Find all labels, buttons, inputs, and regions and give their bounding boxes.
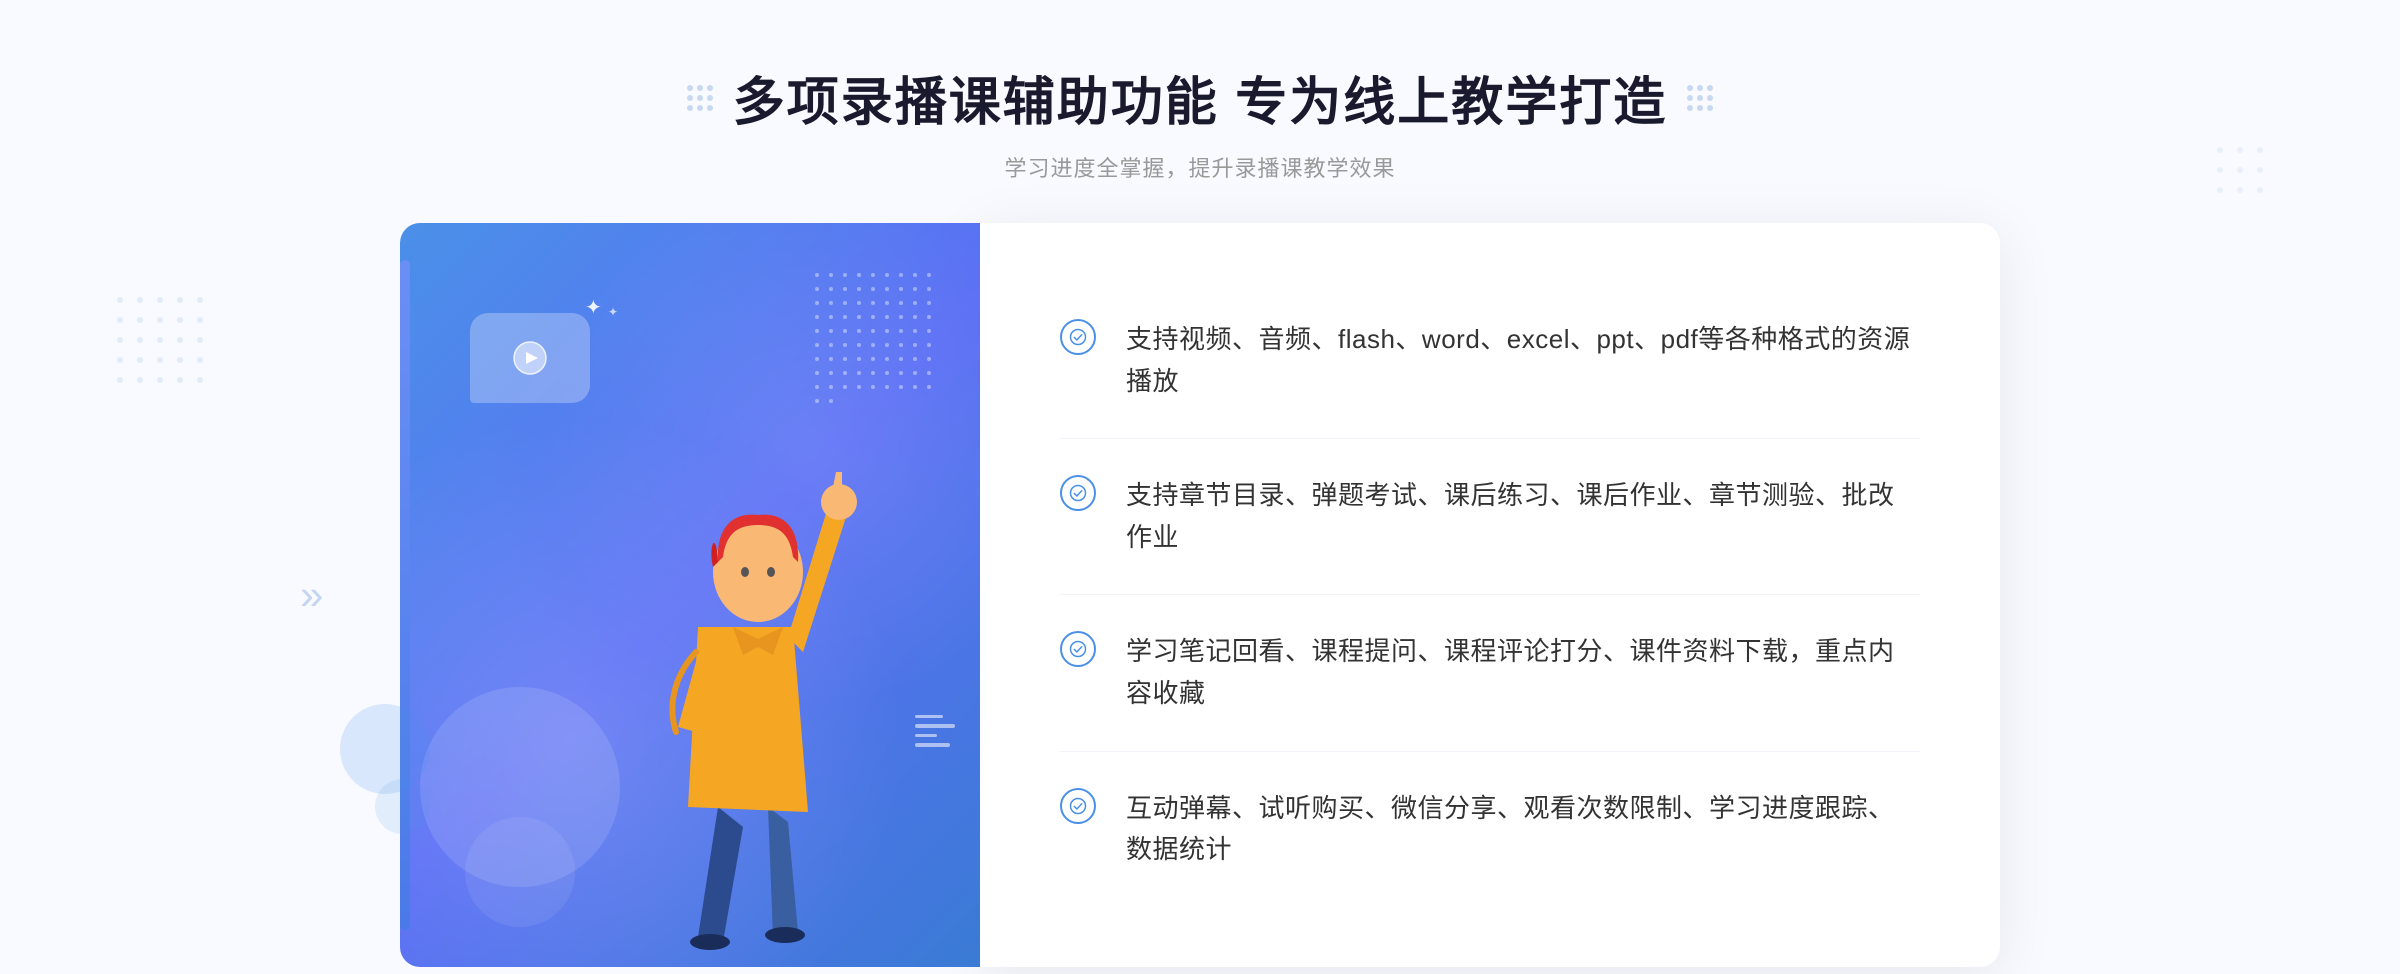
feature-item-4: 互动弹幕、试听购买、微信分享、观看次数限制、学习进度跟踪、数据统计 (1060, 752, 1920, 907)
header-title-row: 多项录播课辅助功能 专为线上教学打造 (687, 60, 1713, 135)
play-bubble (470, 313, 590, 403)
play-icon (512, 340, 548, 376)
feature-item-2: 支持章节目录、弹题考试、课后练习、课后作业、章节测验、批改作业 (1060, 439, 1920, 595)
left-chevron-icon: » (300, 571, 323, 619)
check-icon-3 (1060, 631, 1096, 667)
page-wrapper: 多项录播课辅助功能 专为线上教学打造 学习进度全掌握，提升录播课教学效果 » (0, 0, 2400, 974)
feature-item-1: 支持视频、音频、flash、word、excel、ppt、pdf等各种格式的资源… (1060, 283, 1920, 439)
features-panel: 支持视频、音频、flash、word、excel、ppt、pdf等各种格式的资源… (980, 223, 2000, 967)
check-icon-2 (1060, 475, 1096, 511)
illustration-panel: ✦ ✦ (400, 223, 980, 967)
person-illustration (588, 387, 928, 967)
check-icon-1 (1060, 319, 1096, 355)
main-title: 多项录播课辅助功能 专为线上教学打造 (733, 60, 1667, 135)
sparkle-icon-2: ✦ (608, 305, 618, 319)
ext-circle-deco-2 (375, 779, 430, 834)
feature-item-3: 学习笔记回看、课程提问、课程评论打分、课件资料下载，重点内容收藏 (1060, 595, 1920, 751)
right-decorative-dots (1687, 85, 1713, 111)
content-area: » (400, 223, 2000, 967)
header-section: 多项录播课辅助功能 专为线上教学打造 学习进度全掌握，提升录播课教学效果 (687, 0, 1713, 223)
feature-text-3: 学习笔记回看、课程提问、课程评论打分、课件资料下载，重点内容收藏 (1126, 631, 1920, 714)
illus-dots-grid (815, 273, 935, 403)
sparkle-icon-1: ✦ (585, 295, 602, 320)
feature-text-1: 支持视频、音频、flash、word、excel、ppt、pdf等各种格式的资源… (1126, 319, 1920, 402)
feature-text-2: 支持章节目录、弹题考试、课后练习、课后作业、章节测验、批改作业 (1126, 475, 1920, 558)
check-icon-4 (1060, 788, 1096, 824)
left-decorative-dots (687, 85, 713, 111)
ext-circle-deco-1 (340, 704, 430, 794)
feature-text-4: 互动弹幕、试听购买、微信分享、观看次数限制、学习进度跟踪、数据统计 (1126, 788, 1920, 871)
subtitle: 学习进度全掌握，提升录播课教学效果 (687, 151, 1713, 183)
circle-deco-2 (465, 817, 575, 927)
